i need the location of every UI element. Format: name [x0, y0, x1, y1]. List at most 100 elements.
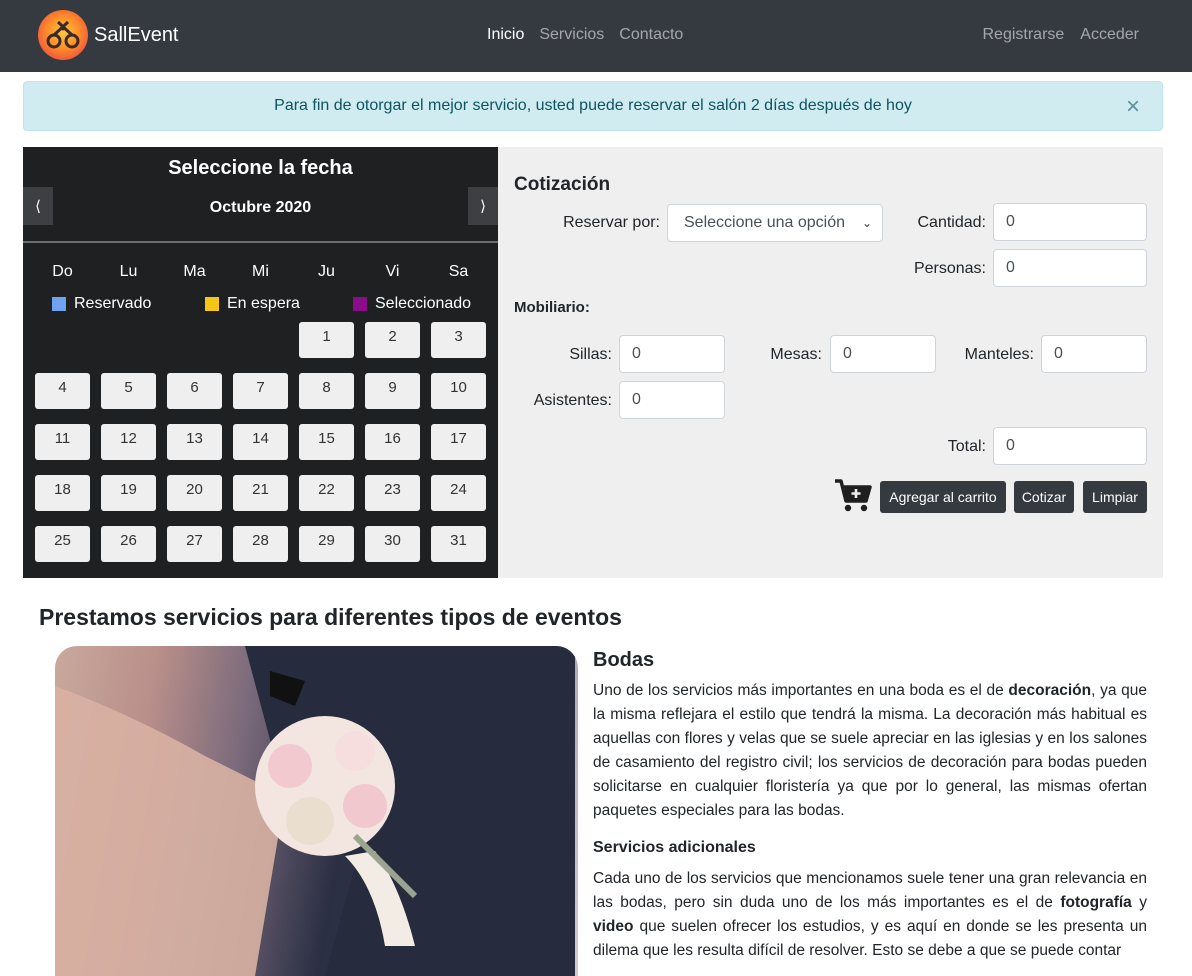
- chevron-down-icon: ⌄: [861, 216, 872, 230]
- personas-input[interactable]: 0: [993, 249, 1147, 287]
- calendar-day[interactable]: 7: [233, 373, 288, 409]
- total-label: Total:: [947, 438, 986, 455]
- manteles-label: Manteles:: [964, 346, 1034, 363]
- bold-text: video: [593, 918, 634, 935]
- legend-en-espera: En espera: [205, 295, 300, 313]
- total-input[interactable]: 0: [993, 427, 1147, 465]
- calendar-day[interactable]: 10: [431, 373, 486, 409]
- legend-reservado: Reservado: [52, 295, 151, 313]
- weekday-label: Lu: [119, 263, 138, 280]
- brand-name: SallEvent: [94, 23, 179, 46]
- article-paragraph-servicios: Cada uno de los servicios que mencionamo…: [593, 867, 1147, 963]
- close-icon[interactable]: ×: [1126, 82, 1140, 132]
- calendar-day[interactable]: 19: [101, 475, 156, 511]
- calendar-title: Seleccione la fecha: [168, 157, 353, 179]
- calendar-day[interactable]: 5: [101, 373, 156, 409]
- calendar-day[interactable]: 1: [299, 322, 354, 358]
- manteles-input[interactable]: 0: [1041, 335, 1147, 373]
- legend-swatch: [205, 297, 219, 311]
- calendar-day[interactable]: 13: [167, 424, 222, 460]
- calendar-day[interactable]: 18: [35, 475, 90, 511]
- asistentes-input[interactable]: 0: [619, 381, 725, 419]
- calendar-day[interactable]: 12: [101, 424, 156, 460]
- calendar-divider: [23, 241, 498, 243]
- calendar-day[interactable]: 9: [365, 373, 420, 409]
- cart-plus-icon[interactable]: [834, 477, 874, 513]
- text: que suelen ofrecer los estudios, y es aq…: [593, 918, 1147, 959]
- calendar-month: Octubre 2020: [209, 199, 312, 216]
- legend-label: Seleccionado: [375, 295, 472, 312]
- weekday-label: Do: [52, 263, 73, 280]
- calendar-day[interactable]: 14: [233, 424, 288, 460]
- limpiar-button[interactable]: Limpiar: [1083, 481, 1147, 513]
- bold-text: decoración: [1008, 682, 1092, 699]
- quote-title: Cotización: [514, 174, 611, 195]
- reserve-label: Reservar por:: [563, 214, 660, 231]
- calendar-day[interactable]: 3: [431, 322, 486, 358]
- weekday-label: Sa: [448, 263, 469, 280]
- legend-swatch: [353, 297, 367, 311]
- info-alert: Para fin de otorgar el mejor servicio, u…: [23, 81, 1163, 131]
- nav-link-servicios[interactable]: Servicios: [539, 26, 604, 44]
- calendar-day[interactable]: 26: [101, 526, 156, 562]
- text: Uno de los servicios más importantes en …: [593, 682, 1009, 699]
- calendar-day[interactable]: 2: [365, 322, 420, 358]
- calendar-day[interactable]: 15: [299, 424, 354, 460]
- calendar-day[interactable]: 31: [431, 526, 486, 562]
- calendar-day[interactable]: 24: [431, 475, 486, 511]
- bold-text: fotografía: [1060, 894, 1132, 911]
- text: y: [1131, 894, 1147, 911]
- personas-label: Personas:: [913, 260, 986, 277]
- reserve-select[interactable]: Seleccione una opción ⌄: [667, 204, 883, 242]
- sillas-label: Sillas:: [569, 346, 612, 363]
- calendar-day[interactable]: 21: [233, 475, 288, 511]
- calendar-day[interactable]: 20: [167, 475, 222, 511]
- quote-form: Cotización Reservar por: Seleccione una …: [498, 147, 1163, 578]
- nav-link-registrarse[interactable]: Registrarse: [982, 26, 1064, 44]
- calendar-day[interactable]: 27: [167, 526, 222, 562]
- calendar-day[interactable]: 25: [35, 526, 90, 562]
- mobiliario-label: Mobiliario:: [514, 299, 590, 316]
- calendar-day[interactable]: 29: [299, 526, 354, 562]
- calendar-day[interactable]: 8: [299, 373, 354, 409]
- navbar: SallEvent Inicio Servicios Contacto Regi…: [0, 0, 1192, 72]
- calendar-day[interactable]: 4: [35, 373, 90, 409]
- calendar-day[interactable]: 17: [431, 424, 486, 460]
- sillas-input[interactable]: 0: [619, 335, 725, 373]
- article-paragraph-decoracion: Uno de los servicios más importantes en …: [593, 679, 1147, 823]
- services-title: Prestamos servicios para diferentes tipo…: [39, 604, 622, 630]
- calendar-day[interactable]: 30: [365, 526, 420, 562]
- brand[interactable]: SallEvent: [38, 10, 179, 60]
- weekday-label: Ju: [318, 263, 335, 280]
- weekday-label: Vi: [385, 263, 400, 280]
- article-title: Bodas: [593, 649, 655, 671]
- calendar-day[interactable]: 16: [365, 424, 420, 460]
- logo-icon: [38, 10, 88, 60]
- calendar-day[interactable]: 28: [233, 526, 288, 562]
- calendar-day[interactable]: 23: [365, 475, 420, 511]
- asistentes-label: Asistentes:: [533, 392, 612, 409]
- cantidad-label: Cantidad:: [917, 214, 987, 231]
- mesas-input[interactable]: 0: [830, 335, 936, 373]
- main-nav: Inicio Servicios Contacto: [487, 26, 698, 44]
- account-nav: Registrarse Acceder: [966, 26, 1139, 44]
- calendar-day[interactable]: 22: [299, 475, 354, 511]
- weekday-label: Mi: [252, 263, 269, 280]
- calendar-day[interactable]: 11: [35, 424, 90, 460]
- legend-swatch: [52, 297, 66, 311]
- cantidad-input[interactable]: 0: [993, 203, 1147, 241]
- nav-link-contacto[interactable]: Contacto: [619, 26, 683, 44]
- article-subheading: Servicios adicionales: [593, 839, 756, 856]
- calendar-day[interactable]: 6: [167, 373, 222, 409]
- cotizar-button[interactable]: Cotizar: [1014, 481, 1074, 513]
- weekday-label: Ma: [183, 263, 206, 280]
- legend-label: Reservado: [74, 295, 152, 312]
- text: , ya que la misma reflejara el estilo qu…: [593, 682, 1147, 819]
- nav-link-inicio[interactable]: Inicio: [487, 26, 524, 44]
- reserve-select-value: Seleccione una opción: [684, 214, 846, 231]
- add-to-cart-button[interactable]: Agregar al carrito: [880, 481, 1006, 513]
- legend-seleccionado: Seleccionado: [353, 295, 471, 313]
- wedding-photo: [55, 646, 578, 976]
- mesas-label: Mesas:: [770, 346, 822, 363]
- nav-link-acceder[interactable]: Acceder: [1080, 26, 1139, 44]
